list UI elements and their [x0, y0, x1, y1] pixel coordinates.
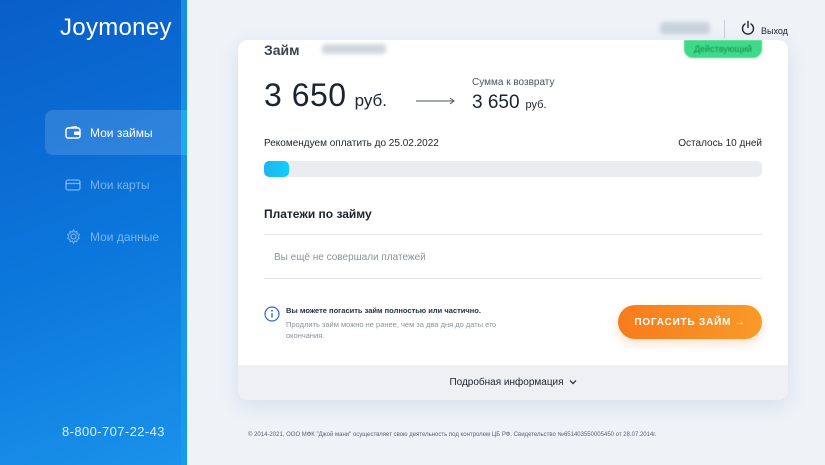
card-icon: [65, 178, 81, 192]
status-badge: Действующий: [683, 40, 762, 58]
loan-amount: 3 650 руб.: [264, 77, 387, 114]
power-icon: [740, 20, 756, 41]
return-label: Сумма к возврату: [472, 77, 555, 88]
logo[interactable]: Joymoney: [60, 14, 172, 42]
support-phone[interactable]: 8-800-707-22-43: [62, 424, 165, 439]
return-amount: 3 650 руб.: [472, 92, 547, 114]
wallet-icon: [65, 126, 81, 140]
return-amount-value: 3 650: [472, 92, 520, 113]
sidebar-item-label: Мои займы: [90, 125, 153, 140]
sidebar-nav: Мои займы Мои карты Мои данные: [45, 110, 187, 266]
logout-button[interactable]: Выход: [740, 20, 788, 41]
header-divider: [724, 20, 725, 38]
info-text: Продлить займ можно не ранее, чем за два…: [286, 320, 497, 340]
footer-legal-text: © 2014-2021, ООО МФК "Джой мани" осущест…: [248, 432, 657, 438]
loan-number-blurred: [322, 44, 386, 54]
sidebar: Joymoney Мои займы Мои карты Мои данные …: [0, 0, 187, 465]
loan-progress-fill: [264, 161, 289, 177]
details-label: Подробная информация: [449, 377, 564, 388]
sidebar-item-my-loans[interactable]: Мои займы: [45, 110, 187, 155]
info-icon: [264, 306, 280, 327]
remaining-days: Осталось 10 дней: [678, 138, 762, 149]
info-title: Вы можете погасить займ полностью или ча…: [286, 306, 481, 315]
divider: [264, 278, 762, 279]
loan-card: Займ Действующий 3 650 руб. Сумма к возв…: [238, 40, 788, 400]
sidebar-item-label: Мои данные: [90, 229, 160, 244]
arrow-right-icon: [416, 92, 456, 110]
return-amount-currency: руб.: [525, 99, 547, 111]
sidebar-item-my-data[interactable]: Мои данные: [45, 214, 187, 259]
details-toggle[interactable]: Подробная информация: [238, 365, 788, 400]
loan-amount-value: 3 650: [264, 77, 347, 113]
sidebar-edge: [181, 0, 187, 465]
loan-progress-bar: [264, 161, 762, 177]
chevron-down-icon: [569, 377, 577, 388]
sidebar-item-label: Мои карты: [90, 177, 150, 192]
sidebar-item-my-cards[interactable]: Мои карты: [45, 162, 187, 207]
logout-label: Выход: [761, 25, 788, 36]
no-payments-text: Вы ещё не совершали платежей: [274, 252, 426, 263]
recommend-text: Рекомендуем оплатить до 25.02.2022: [264, 138, 439, 149]
loan-amount-currency: руб.: [354, 91, 387, 110]
divider: [264, 234, 762, 235]
repay-loan-button[interactable]: ПОГАСИТЬ ЗАЙМ →: [618, 305, 762, 339]
payments-title: Платежи по займу: [264, 207, 372, 221]
user-name-blurred: [660, 22, 710, 34]
gear-icon: [65, 229, 81, 244]
loan-title: Займ: [264, 42, 300, 58]
